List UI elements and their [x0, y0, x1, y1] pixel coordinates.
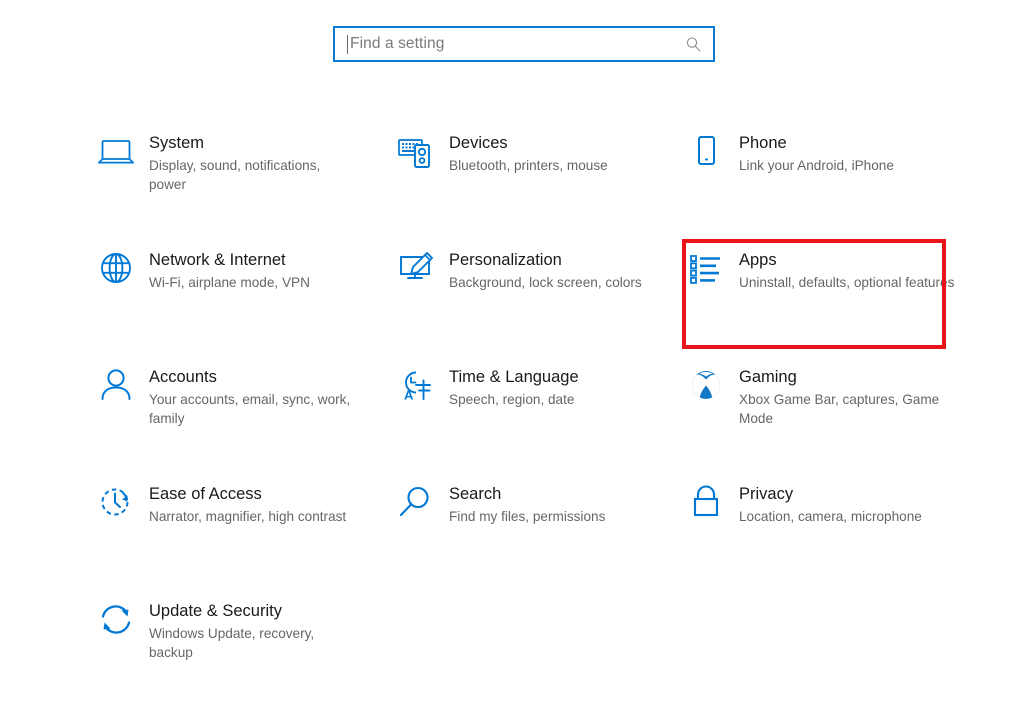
settings-item-subtitle: Display, sound, notifications, power — [149, 158, 321, 192]
search-icon[interactable] — [685, 36, 702, 53]
settings-item-title: Time & Language — [449, 368, 579, 386]
settings-item-search[interactable]: Search Find my files, permissions — [395, 469, 685, 586]
settings-item-text: Network & Internet Wi-Fi, airplane mode,… — [149, 249, 310, 293]
settings-item-text: System Display, sound, notifications, po… — [149, 132, 361, 194]
settings-item-personalization[interactable]: Personalization Background, lock screen,… — [395, 235, 685, 352]
settings-item-subtitle: Link your Android, iPhone — [739, 158, 894, 173]
settings-item-subtitle: Background, lock screen, colors — [449, 275, 642, 290]
accessibility-clock-icon — [95, 483, 137, 525]
settings-item-gaming[interactable]: Gaming Xbox Game Bar, captures, Game Mod… — [685, 352, 985, 469]
lock-icon — [685, 483, 727, 525]
globe-icon — [95, 249, 137, 291]
settings-item-title: Privacy — [739, 485, 794, 503]
search-input[interactable]: Find a setting — [350, 35, 685, 53]
settings-item-title: Apps — [739, 251, 777, 269]
settings-item-subtitle: Speech, region, date — [449, 392, 575, 407]
settings-item-text: Update & Security Windows Update, recove… — [149, 600, 361, 662]
settings-item-title: Network & Internet — [149, 251, 286, 269]
settings-item-text: Ease of Access Narrator, magnifier, high… — [149, 483, 346, 527]
settings-item-subtitle: Location, camera, microphone — [739, 509, 922, 524]
settings-item-network-internet[interactable]: Network & Internet Wi-Fi, airplane mode,… — [95, 235, 395, 352]
settings-item-title: Search — [449, 485, 502, 503]
settings-item-privacy[interactable]: Privacy Location, camera, microphone — [685, 469, 985, 586]
settings-item-phone[interactable]: Phone Link your Android, iPhone — [685, 118, 985, 235]
settings-item-title: Ease of Access — [149, 485, 262, 503]
settings-item-subtitle: Find my files, permissions — [449, 509, 606, 524]
settings-item-text: Devices Bluetooth, printers, mouse — [449, 132, 608, 176]
settings-item-subtitle: Wi-Fi, airplane mode, VPN — [149, 275, 310, 290]
settings-item-title: Devices — [449, 134, 508, 152]
magnifier-icon — [395, 483, 437, 525]
refresh-icon — [95, 600, 137, 642]
keyboard-device-icon — [395, 132, 437, 174]
phone-icon — [685, 132, 727, 174]
settings-item-title: Gaming — [739, 368, 797, 386]
svg-text:A: A — [404, 388, 414, 403]
settings-item-text: Gaming Xbox Game Bar, captures, Game Mod… — [739, 366, 971, 428]
settings-item-text: Personalization Background, lock screen,… — [449, 249, 642, 293]
settings-item-title: Personalization — [449, 251, 562, 269]
monitor-brush-icon — [395, 249, 437, 291]
settings-item-text: Time & Language Speech, region, date — [449, 366, 579, 410]
settings-grid: System Display, sound, notifications, po… — [0, 118, 1024, 703]
settings-item-title: Phone — [739, 134, 787, 152]
settings-item-subtitle: Bluetooth, printers, mouse — [449, 158, 608, 173]
settings-item-text: Privacy Location, camera, microphone — [739, 483, 922, 527]
search-bar[interactable]: Find a setting — [333, 26, 715, 62]
clock-language-icon: A — [395, 366, 437, 408]
settings-item-subtitle: Windows Update, recovery, backup — [149, 626, 315, 660]
settings-item-system[interactable]: System Display, sound, notifications, po… — [95, 118, 395, 235]
settings-item-subtitle: Uninstall, defaults, optional features — [739, 275, 955, 290]
settings-item-title: System — [149, 134, 205, 152]
person-icon — [95, 366, 137, 408]
list-icon — [685, 249, 727, 291]
settings-item-devices[interactable]: Devices Bluetooth, printers, mouse — [395, 118, 685, 235]
settings-item-ease-of-access[interactable]: Ease of Access Narrator, magnifier, high… — [95, 469, 395, 586]
settings-item-text: Apps Uninstall, defaults, optional featu… — [739, 249, 954, 293]
settings-item-title: Accounts — [149, 368, 217, 386]
settings-item-title: Update & Security — [149, 602, 282, 620]
settings-item-subtitle: Your accounts, email, sync, work, family — [149, 392, 351, 426]
settings-item-subtitle: Narrator, magnifier, high contrast — [149, 509, 347, 524]
settings-item-apps[interactable]: Apps Uninstall, defaults, optional featu… — [685, 235, 985, 352]
settings-item-update-security[interactable]: Update & Security Windows Update, recove… — [95, 586, 395, 703]
settings-item-time-language[interactable]: A Time & Language Speech, region, date — [395, 352, 685, 469]
settings-item-text: Phone Link your Android, iPhone — [739, 132, 894, 176]
xbox-icon — [685, 366, 727, 408]
settings-item-accounts[interactable]: Accounts Your accounts, email, sync, wor… — [95, 352, 395, 469]
settings-item-text: Accounts Your accounts, email, sync, wor… — [149, 366, 361, 428]
settings-item-text: Search Find my files, permissions — [449, 483, 605, 527]
text-caret — [347, 34, 348, 54]
monitor-icon — [95, 132, 137, 174]
settings-item-subtitle: Xbox Game Bar, captures, Game Mode — [739, 392, 940, 426]
search-input-box[interactable]: Find a setting — [333, 26, 715, 62]
